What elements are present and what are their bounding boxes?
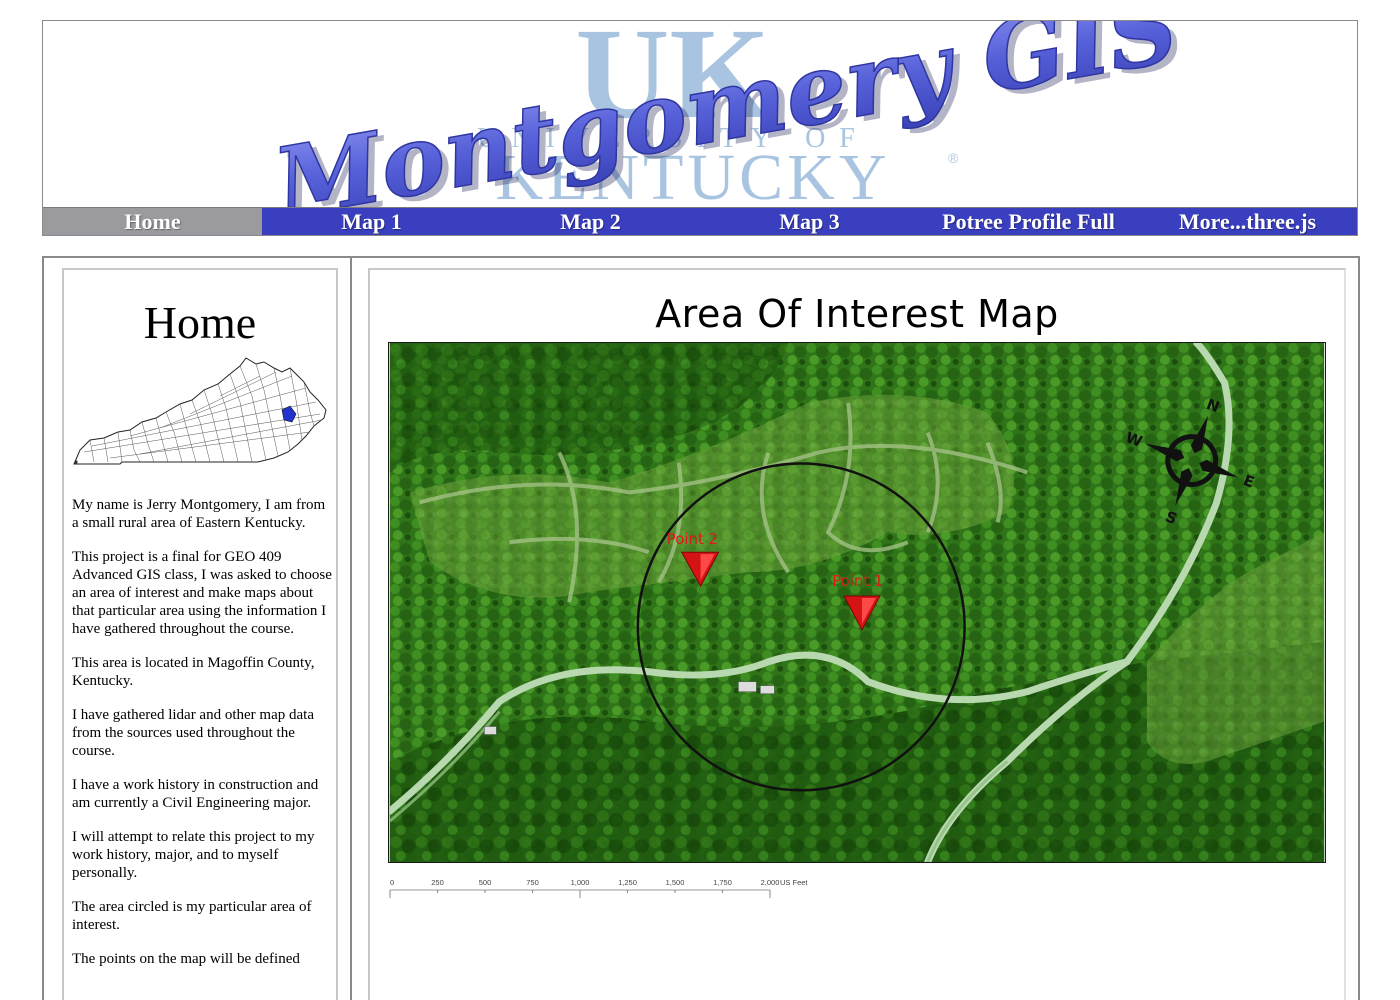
- nav-more-threejs[interactable]: More...three.js: [1138, 208, 1357, 235]
- nav-map-3[interactable]: Map 3: [700, 208, 919, 235]
- scale-tick-label: 0: [390, 878, 394, 887]
- scale-tick-label: 1,000: [571, 878, 590, 887]
- nav-map-2[interactable]: Map 2: [481, 208, 700, 235]
- sidebar-text: My name is Jerry Montgomery, I am from a…: [72, 496, 334, 984]
- sidebar-paragraph: My name is Jerry Montgomery, I am from a…: [72, 497, 326, 531]
- registered-mark: ®: [948, 150, 959, 166]
- sidebar-paragraph: This project is a final for GEO 409 Adva…: [72, 549, 332, 637]
- sidebar-paragraph: This area is located in Magoffin County,…: [72, 655, 315, 689]
- nav-potree-profile[interactable]: Potree Profile Full: [919, 208, 1138, 235]
- main-panel: Area Of Interest Map Point 2 Point 1 N S…: [368, 268, 1346, 1000]
- scale-tick-label: 750: [526, 878, 539, 887]
- sidebar: Home My name is Jerry Montgomery, I am f…: [62, 268, 338, 1000]
- scale-tick-label: 500: [479, 878, 492, 887]
- sidebar-paragraph: I have gathered lidar and other map data…: [72, 707, 314, 759]
- kentucky-county-map-icon: [73, 357, 327, 465]
- point-1-label: Point 1: [832, 572, 883, 590]
- sidebar-paragraph: The area circled is my particular area o…: [72, 899, 312, 933]
- site-banner: UK UNIVERSITY OF KENTUCKY ® Montgomery G…: [263, 21, 1194, 207]
- scale-bar: 0 250 500 750 1,000 1,250 1,500 1,750 2,000 US Fe…: [389, 878, 808, 898]
- area-of-interest-map[interactable]: Point 2 Point 1 N S W E: [388, 342, 1326, 863]
- sidebar-paragraph: The points on the map will be defined: [72, 951, 300, 967]
- scale-tick-label: 1,500: [666, 878, 685, 887]
- sidebar-title: Home: [143, 297, 257, 348]
- sidebar-paragraph: I will attempt to relate this project to…: [72, 829, 315, 881]
- sidebar-paragraph: I have a work history in construction an…: [72, 777, 319, 811]
- content-area: Home My name is Jerry Montgomery, I am f…: [42, 256, 1360, 1000]
- nav-home[interactable]: Home: [43, 208, 262, 235]
- scale-tick-label: 1,750: [713, 878, 732, 887]
- point-2-label: Point 2: [667, 530, 718, 548]
- scale-tick-label: 1,250: [618, 878, 637, 887]
- column-divider: [350, 258, 352, 1000]
- site-header: UK UNIVERSITY OF KENTUCKY ® Montgomery G…: [42, 20, 1358, 236]
- scale-unit-label: US Feet: [780, 878, 808, 887]
- main-nav: Home Map 1 Map 2 Map 3 Potree Profile Fu…: [43, 207, 1357, 235]
- map-title: Area Of Interest Map: [655, 292, 1059, 336]
- nav-map-1[interactable]: Map 1: [262, 208, 481, 235]
- scale-tick-label: 2,000: [761, 878, 780, 887]
- scale-tick-label: 250: [431, 878, 444, 887]
